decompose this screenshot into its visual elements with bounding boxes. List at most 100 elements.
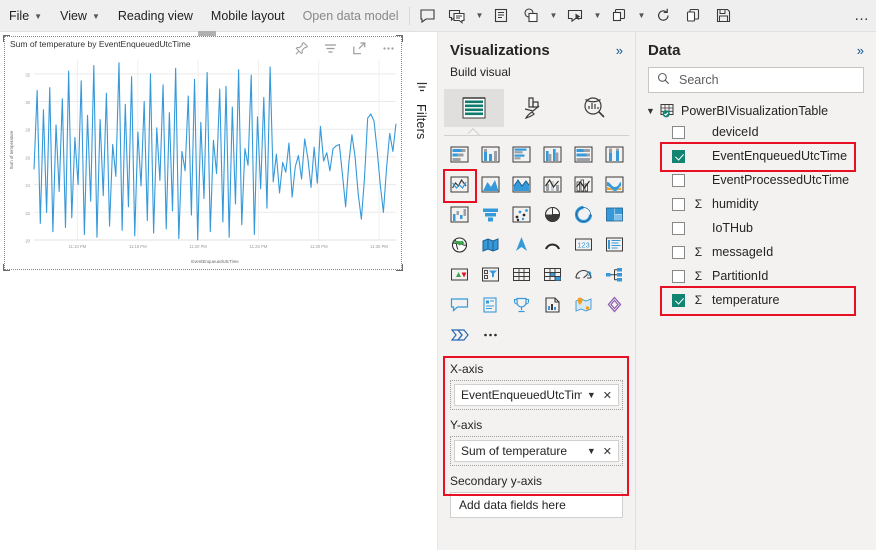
viz-arcgis-maps-visual[interactable] xyxy=(568,290,599,320)
chevron-down-icon[interactable]: ▼ xyxy=(582,446,601,456)
chat-bubbles-icon[interactable] xyxy=(442,0,472,32)
field-checkbox[interactable] xyxy=(672,173,685,187)
viz-azure-map[interactable] xyxy=(506,230,537,260)
field-checkbox[interactable] xyxy=(672,125,685,139)
viz-decomposition-tree[interactable] xyxy=(599,260,630,290)
viz-area-chart[interactable] xyxy=(475,170,506,200)
field-row-temperature[interactable]: Σ temperature xyxy=(636,286,876,316)
sum-icon: Σ xyxy=(694,245,703,259)
field-row-EventEnqueuedUtcTime[interactable]: Σ EventEnqueuedUtcTime xyxy=(636,142,876,172)
viz-multi-row-card[interactable] xyxy=(599,230,630,260)
viz-matrix[interactable] xyxy=(537,260,568,290)
viz-gauge[interactable] xyxy=(568,260,599,290)
viz-clustered-bar-chart[interactable] xyxy=(506,140,537,170)
search-input[interactable] xyxy=(677,72,855,88)
text-pane-icon[interactable] xyxy=(486,0,516,32)
viz-more-visuals[interactable] xyxy=(475,320,506,350)
viz-waterfall-chart[interactable] xyxy=(444,200,475,230)
x-axis-well[interactable]: EventEnqueuedUtcTime ▼ ✕ xyxy=(450,380,623,410)
close-icon[interactable]: ✕ xyxy=(601,445,614,458)
resize-handle-top-left[interactable] xyxy=(3,35,10,42)
menu-view[interactable]: View ▼ xyxy=(51,0,109,32)
secondary-y-axis-well[interactable]: Add data fields here xyxy=(450,492,623,518)
viz-treemap[interactable] xyxy=(599,200,630,230)
filters-pane-collapsed[interactable]: Filters xyxy=(406,32,438,550)
buttons-icon[interactable] xyxy=(560,0,590,32)
resize-handle-top-right[interactable] xyxy=(396,35,403,42)
comment-icon[interactable] xyxy=(412,0,442,32)
viz-line-and-stacked-column-chart[interactable] xyxy=(537,170,568,200)
chevron-down-icon[interactable]: ▼ xyxy=(582,390,601,400)
field-checkbox[interactable] xyxy=(672,245,685,259)
field-row-deviceId[interactable]: Σ deviceId xyxy=(636,120,876,144)
field-row-PartitionId[interactable]: Σ PartitionId xyxy=(636,264,876,288)
table-node-PowerBIVisualizationTable[interactable]: ▼ PowerBIVisualizationTable xyxy=(636,93,876,120)
viz-table[interactable] xyxy=(506,260,537,290)
viz-100-stacked-column-chart[interactable] xyxy=(599,140,630,170)
chevron-down-icon[interactable]: ▼ xyxy=(646,106,656,116)
menu-reading-view[interactable]: Reading view xyxy=(109,0,202,32)
viz-stacked-bar-chart[interactable] xyxy=(444,140,475,170)
viz-arcgis-map[interactable] xyxy=(537,230,568,260)
field-row-EventProcessedUtcTime[interactable]: Σ EventProcessedUtcTime xyxy=(636,168,876,192)
report-canvas[interactable]: Sum of temperature by EventEnqueuedUtcTi… xyxy=(0,31,406,550)
field-checkbox[interactable] xyxy=(672,269,685,283)
analytics-tab[interactable] xyxy=(564,89,624,127)
layers-icon[interactable] xyxy=(604,0,634,32)
close-icon[interactable]: ✕ xyxy=(601,389,614,402)
chevron-down-icon[interactable]: ▼ xyxy=(590,0,604,32)
field-row-humidity[interactable]: Σ humidity xyxy=(636,192,876,216)
menu-mobile-layout[interactable]: Mobile layout xyxy=(202,0,294,32)
viz-line-and-clustered-column-chart[interactable] xyxy=(568,170,599,200)
viz-smart-narrative[interactable] xyxy=(475,290,506,320)
copy-icon[interactable] xyxy=(678,0,708,32)
field-checkbox[interactable] xyxy=(672,149,685,163)
viz-donut-chart[interactable] xyxy=(568,200,599,230)
viz-power-automate-visual[interactable] xyxy=(444,320,475,350)
viz-stacked-column-chart[interactable] xyxy=(475,140,506,170)
viz-paginated-report[interactable] xyxy=(537,290,568,320)
viz-card[interactable]: 123 xyxy=(568,230,599,260)
viz-kpi[interactable] xyxy=(444,260,475,290)
field-row-messageId[interactable]: Σ messageId xyxy=(636,240,876,264)
field-checkbox[interactable] xyxy=(672,197,685,211)
viz-stacked-area-chart[interactable] xyxy=(506,170,537,200)
field-name: messageId xyxy=(712,245,774,259)
format-visual-tab[interactable] xyxy=(504,89,564,127)
menu-open-data-model[interactable]: Open data model xyxy=(294,0,408,32)
resize-handle-top[interactable] xyxy=(198,31,216,36)
viz-filled-map[interactable] xyxy=(475,230,506,260)
shapes-icon[interactable] xyxy=(516,0,546,32)
field-checkbox[interactable] xyxy=(672,221,685,235)
viz-q-and-a[interactable] xyxy=(444,290,475,320)
save-icon[interactable] xyxy=(708,0,738,32)
field-checkbox[interactable] xyxy=(672,293,685,307)
refresh-icon[interactable] xyxy=(648,0,678,32)
y-axis-field-pill[interactable]: Sum of temperature ▼ ✕ xyxy=(454,440,619,462)
x-axis-field-pill[interactable]: EventEnqueuedUtcTime ▼ ✕ xyxy=(454,384,619,406)
viz-line-chart[interactable] xyxy=(443,169,477,203)
menu-file[interactable]: File ▼ xyxy=(0,0,51,32)
chevron-down-icon[interactable]: ▼ xyxy=(546,0,560,32)
ribbon-overflow-button[interactable]: … xyxy=(854,7,876,24)
chevron-down-icon[interactable]: ▼ xyxy=(634,0,648,32)
viz-100-stacked-bar-chart[interactable] xyxy=(568,140,599,170)
viz-pie-chart[interactable] xyxy=(537,200,568,230)
chevron-down-icon[interactable]: ▼ xyxy=(472,0,486,32)
field-row-IoTHub[interactable]: Σ IoTHub xyxy=(636,216,876,240)
filter-icon[interactable] xyxy=(415,80,429,97)
line-chart-visual[interactable]: Sum of temperature by EventEnqueuedUtcTi… xyxy=(3,31,403,271)
viz-key-influencers[interactable] xyxy=(506,290,537,320)
viz-slicer[interactable] xyxy=(475,260,506,290)
expand-pane-icon[interactable]: » xyxy=(616,43,623,58)
viz-power-apps-visual[interactable] xyxy=(599,290,630,320)
viz-scatter-chart[interactable] xyxy=(506,200,537,230)
viz-map[interactable] xyxy=(444,230,475,260)
build-visual-tab[interactable] xyxy=(444,89,504,127)
viz-funnel-chart[interactable] xyxy=(475,200,506,230)
y-axis-well[interactable]: Sum of temperature ▼ ✕ xyxy=(450,436,623,466)
search-box[interactable] xyxy=(648,67,864,93)
expand-pane-icon[interactable]: » xyxy=(857,43,864,58)
viz-ribbon-chart[interactable] xyxy=(599,170,630,200)
viz-clustered-column-chart[interactable] xyxy=(537,140,568,170)
